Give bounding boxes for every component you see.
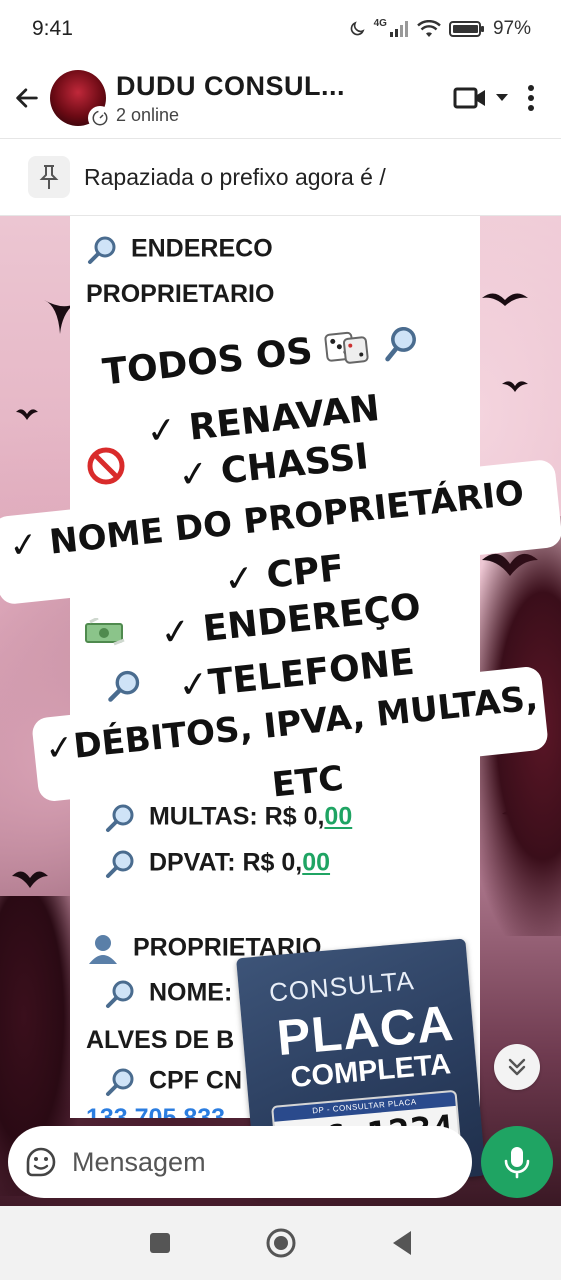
message-line: CPF CN <box>104 1066 242 1098</box>
disappearing-timer-badge <box>88 106 112 130</box>
message-line: MULTAS: R$ 0,00 <box>104 802 352 834</box>
message-input[interactable]: Mensagem <box>72 1147 206 1178</box>
status-bar: 9:41 4G 97% <box>0 0 561 58</box>
home-icon[interactable] <box>265 1227 297 1259</box>
prohibited-icon <box>87 447 125 485</box>
checkmark-icon: ✓ <box>176 452 211 497</box>
sticker-icon[interactable] <box>24 1145 58 1179</box>
magnifier-icon <box>106 804 134 832</box>
video-camera-icon <box>453 87 485 109</box>
pin-icon <box>39 165 59 189</box>
moon-icon <box>350 21 365 36</box>
crow-decoration <box>16 409 38 420</box>
battery-percent: 97% <box>492 18 531 39</box>
magnifier-icon <box>385 326 416 362</box>
video-call-button[interactable] <box>453 85 509 111</box>
pinned-message-text: Rapaziada o prefixo agora é / <box>84 163 386 190</box>
checkmark-icon: ✓ <box>144 409 179 454</box>
promo-item-text: CPF <box>264 547 346 597</box>
message-line: ALVES DE B <box>86 1026 235 1054</box>
recents-icon[interactable] <box>149 1232 171 1254</box>
status-time: 9:41 <box>32 17 73 40</box>
message-text: ENDERECO <box>130 234 273 263</box>
arrow-left-icon <box>16 88 38 108</box>
battery-icon <box>448 21 484 37</box>
microphone-icon <box>504 1147 530 1179</box>
chat-header: DUDU CONSUL... 2 online <box>0 58 561 138</box>
dice-icon <box>324 331 369 364</box>
promo-item: ETC <box>270 758 345 805</box>
scroll-to-bottom-button[interactable] <box>494 1044 540 1090</box>
checkmark-icon: ✓ <box>222 557 257 602</box>
system-navigation-bar <box>0 1206 561 1280</box>
status-icons: 4G 97% <box>348 18 531 40</box>
magnifier-icon <box>88 236 116 264</box>
crow-decoration <box>12 871 48 888</box>
wifi-icon <box>417 20 441 37</box>
pin-icon-box <box>28 156 70 198</box>
chat-title: DUDU CONSUL... <box>116 70 345 101</box>
network-label: 4G <box>373 17 387 29</box>
magnifier-icon <box>106 1068 134 1096</box>
message-line: ENDERECO <box>86 234 273 266</box>
avatar[interactable] <box>50 70 112 130</box>
message-text: DPVAT: R$ 0, <box>148 848 303 877</box>
checkmark-icon: ✓ <box>158 610 193 655</box>
crow-decoration <box>502 381 528 392</box>
magnifier-icon <box>106 980 134 1008</box>
voice-message-button[interactable] <box>481 1126 553 1198</box>
magnifier-icon <box>108 670 140 702</box>
chat-subtitle: 2 online <box>116 104 180 125</box>
signal-icon <box>389 21 408 37</box>
promo-item-text: ETC <box>270 758 346 806</box>
more-options-icon[interactable] <box>527 84 535 112</box>
message-text: MULTAS: R$ 0, <box>148 802 325 831</box>
caret-down-icon <box>496 94 508 101</box>
timer-icon <box>92 110 108 126</box>
crow-decoration <box>482 293 528 306</box>
checkmark-icon: ✓ <box>7 524 40 567</box>
message-line: NOME: <box>104 978 232 1010</box>
pinned-message-bar[interactable]: Rapaziada o prefixo agora é / <box>0 138 561 216</box>
magnifier-icon <box>106 850 134 878</box>
message-link[interactable]: 133.705.833 <box>86 1104 225 1118</box>
message-line: PROPRIETARIO <box>86 280 275 308</box>
message-line: DPVAT: R$ 0,00 <box>104 848 330 880</box>
money-icon <box>85 618 125 646</box>
message-link[interactable]: 00 <box>302 849 330 877</box>
message-text: NOME: <box>148 978 233 1007</box>
message-text: CPF CN <box>148 1066 243 1095</box>
message-input-bar[interactable]: Mensagem <box>8 1126 472 1198</box>
header-actions <box>453 84 535 112</box>
checkmark-icon: ✓ <box>43 726 76 770</box>
message-link[interactable]: 00 <box>324 803 352 831</box>
person-icon <box>89 935 117 964</box>
back-button[interactable] <box>4 68 50 128</box>
chat-title-block[interactable]: DUDU CONSUL... 2 online <box>116 71 453 126</box>
double-chevron-down-icon <box>508 1058 526 1076</box>
back-nav-icon[interactable] <box>391 1230 413 1256</box>
